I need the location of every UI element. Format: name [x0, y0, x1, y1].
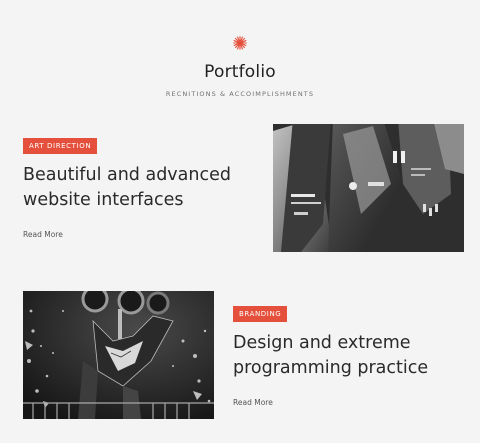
page-subtitle: RECNITIONS & ACCOIMPLISHMENTS	[165, 90, 315, 98]
item-heading[interactable]: Beautiful and advanced website interface…	[23, 163, 263, 213]
page-title: Portfolio	[204, 62, 276, 82]
abstract-devices-image	[273, 124, 464, 252]
portfolio-image-2[interactable]	[23, 291, 214, 419]
portfolio-item-1: ART DIRECTION Beautiful and advanced web…	[23, 133, 263, 241]
item-heading-line: Design and extreme	[233, 333, 411, 353]
item-heading[interactable]: Design and extreme programming practice	[233, 331, 473, 381]
item-heading-line: programming practice	[233, 358, 429, 378]
burst-icon	[233, 36, 247, 50]
category-badge[interactable]: ART DIRECTION	[23, 138, 98, 154]
portfolio-item-2: BRANDING Design and extreme programming …	[233, 301, 473, 409]
read-more-link[interactable]: Read More	[23, 230, 63, 239]
abstract-robot-image	[23, 291, 214, 419]
read-more-link[interactable]: Read More	[233, 398, 273, 407]
portfolio-image-1[interactable]	[273, 124, 464, 252]
item-heading-line: website interfaces	[23, 190, 184, 210]
category-badge[interactable]: BRANDING	[233, 306, 288, 322]
item-heading-line: Beautiful and advanced	[23, 165, 231, 185]
portfolio-header: Portfolio RECNITIONS & ACCOIMPLISHMENTS	[0, 36, 480, 98]
